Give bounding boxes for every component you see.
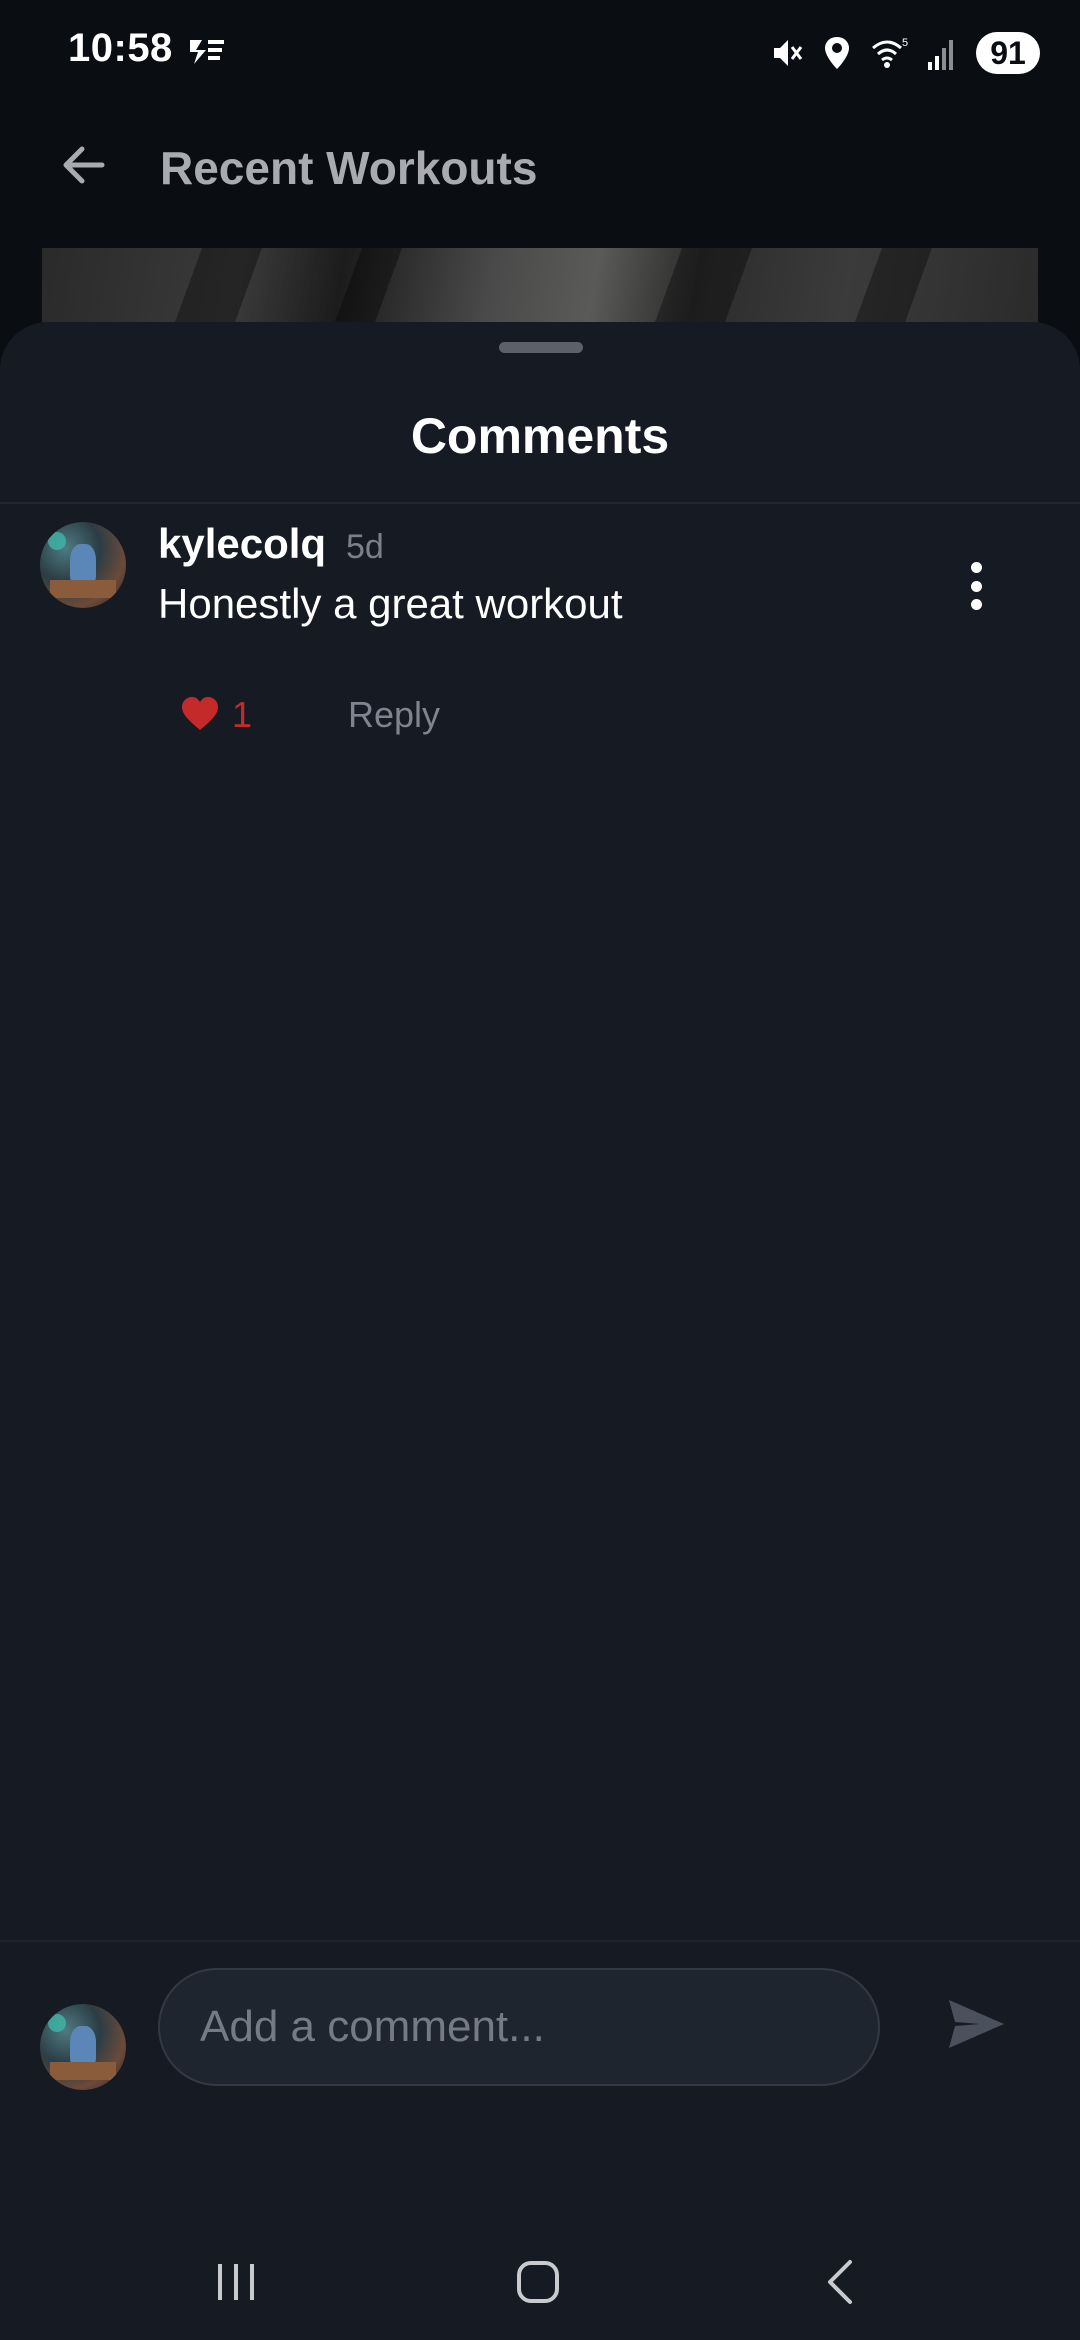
current-user-avatar <box>40 2004 126 2090</box>
status-bar: 10:58 5 91 <box>0 0 1080 105</box>
system-nav-bar <box>0 2220 1080 2340</box>
sheet-title: Comments <box>410 408 670 464</box>
screen: 10:58 5 91 Recent Workouts Comments kyle… <box>0 0 1080 2340</box>
comment-input[interactable] <box>158 1968 880 2086</box>
heart-icon[interactable] <box>180 696 220 732</box>
back-icon[interactable] <box>822 2258 858 2306</box>
arrow-left-icon[interactable] <box>56 137 112 193</box>
divider <box>0 1940 1080 1942</box>
app-notification-icon <box>190 40 224 64</box>
avatar[interactable] <box>40 522 126 608</box>
reply-button[interactable]: Reply <box>348 694 440 736</box>
recents-icon[interactable] <box>214 2260 258 2304</box>
mute-icon <box>774 40 803 66</box>
app-header: Recent Workouts <box>0 105 1080 225</box>
home-icon[interactable] <box>514 2258 562 2306</box>
more-options-icon[interactable] <box>956 558 996 614</box>
comment-text: Honestly a great workout <box>158 580 623 627</box>
like-count: 1 <box>232 694 253 735</box>
battery-indicator: 91 <box>976 32 1040 74</box>
comment-timestamp: 5d <box>346 528 384 566</box>
status-icons: 5 91 <box>770 28 1040 78</box>
send-icon[interactable] <box>946 1996 1006 2052</box>
status-time: 10:58 <box>68 26 173 70</box>
location-icon <box>825 37 849 69</box>
divider <box>0 502 1080 504</box>
comment-username[interactable]: kylecolq <box>158 520 326 568</box>
wifi-icon: 5 <box>872 37 908 68</box>
svg-text:5: 5 <box>902 37 908 49</box>
page-title: Recent Workouts <box>160 142 538 194</box>
drag-handle[interactable] <box>499 342 583 353</box>
signal-icon <box>928 40 953 70</box>
